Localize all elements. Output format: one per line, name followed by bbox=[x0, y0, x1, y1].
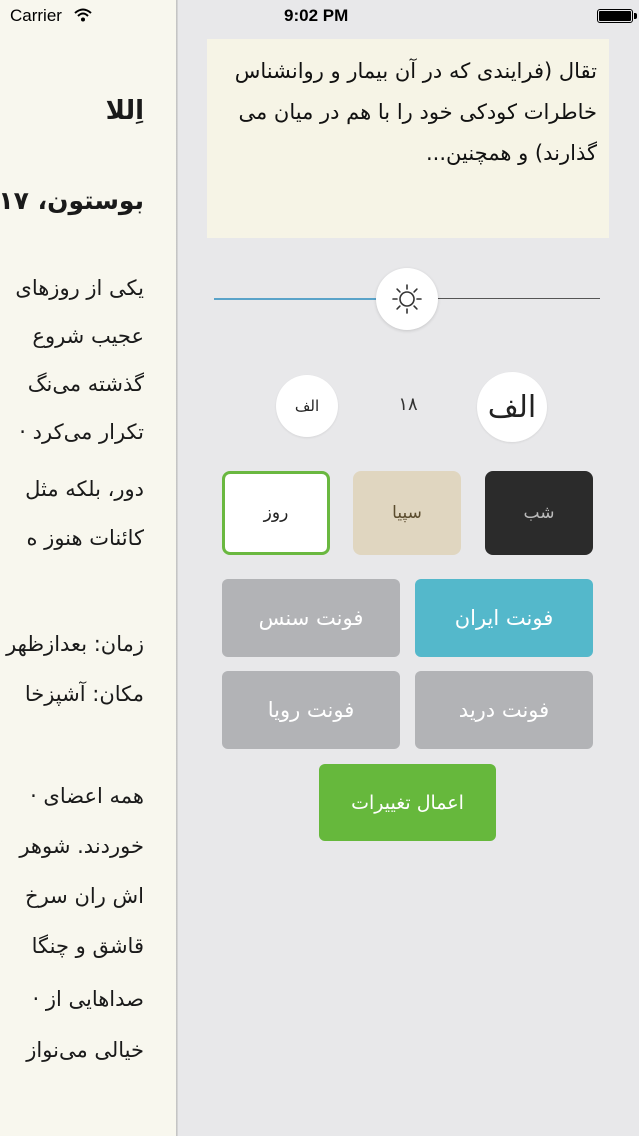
text-line: تکرار می‌کرد · bbox=[19, 420, 144, 444]
theme-sepia-label: سپیا bbox=[392, 503, 422, 523]
reader-page: Carrier اِللا بوستون، ۱۷ یکی از روزهای ع… bbox=[0, 0, 178, 1136]
preview-text: تقال (فرایندی که در آن بیمار و روانشناس … bbox=[207, 39, 609, 238]
text-line: کائنات هنوز ه bbox=[26, 526, 145, 550]
theme-day-button[interactable]: روز bbox=[222, 471, 330, 555]
theme-day-label: روز bbox=[263, 503, 289, 523]
battery-icon bbox=[597, 9, 637, 23]
text-line: یکی از روزهای bbox=[15, 276, 144, 300]
font-roya-label: فونت رویا bbox=[267, 698, 355, 722]
chapter-subtitle: بوستون، ۱۷ bbox=[0, 186, 144, 215]
increase-font-label: الف bbox=[487, 389, 537, 425]
sun-icon bbox=[392, 284, 422, 314]
text-line: خیالی می‌نواز bbox=[26, 1038, 144, 1062]
text-line: اش ران سرخ bbox=[25, 884, 144, 908]
text-line: قاشق و چنگا bbox=[31, 934, 144, 958]
decrease-font-label: الف bbox=[294, 397, 320, 415]
text-line: همه اعضای · bbox=[30, 784, 144, 808]
wifi-icon bbox=[74, 8, 92, 22]
text-line: صداهایی از · bbox=[32, 987, 144, 1011]
font-iran-label: فونت ایران bbox=[454, 606, 554, 630]
theme-night-label: شب bbox=[523, 503, 555, 523]
font-roya-button[interactable]: فونت رویا bbox=[222, 671, 400, 749]
status-time: 9:02 PM bbox=[284, 6, 349, 25]
decrease-font-button[interactable]: الف bbox=[276, 375, 338, 437]
brightness-track[interactable] bbox=[436, 298, 600, 299]
text-line: گذشته می‌نگ bbox=[27, 372, 144, 396]
text-line: دور، بلکه مثل bbox=[25, 477, 144, 501]
font-darivd-button[interactable]: فونت درید bbox=[415, 671, 593, 749]
text-line: زمان: بعدازظهر bbox=[6, 632, 144, 656]
text-line: خوردند. شوهر bbox=[19, 834, 144, 858]
apply-changes-label: اعمال تغییرات bbox=[351, 791, 464, 814]
font-darivd-label: فونت درید bbox=[458, 698, 550, 722]
status-bar: 9:02 PM bbox=[178, 0, 639, 32]
chapter-title: اِللا bbox=[105, 96, 144, 126]
font-size-value: ۱۸ bbox=[398, 394, 418, 415]
brightness-slider-knob[interactable] bbox=[376, 268, 438, 330]
apply-changes-button[interactable]: اعمال تغییرات bbox=[319, 764, 496, 841]
font-iran-button[interactable]: فونت ایران bbox=[415, 579, 593, 657]
text-line: مکان: آشپزخا bbox=[24, 682, 144, 706]
carrier-label: Carrier bbox=[10, 6, 62, 25]
font-sans-label: فونت سنس bbox=[258, 606, 364, 630]
theme-sepia-button[interactable]: سپیا bbox=[353, 471, 461, 555]
brightness-track-filled[interactable] bbox=[214, 298, 380, 300]
text-line: عجیب شروع bbox=[32, 324, 144, 348]
theme-night-button[interactable]: شب bbox=[485, 471, 593, 555]
increase-font-button[interactable]: الف bbox=[477, 372, 547, 442]
font-sans-button[interactable]: فونت سنس bbox=[222, 579, 400, 657]
